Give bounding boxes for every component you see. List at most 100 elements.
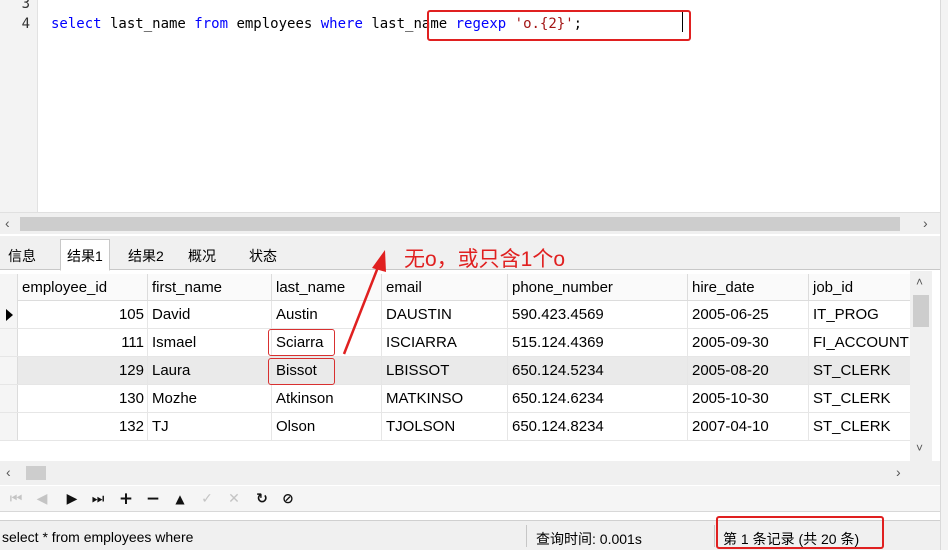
cell-last-name[interactable]: Olson bbox=[272, 413, 382, 440]
column-header-employee-id[interactable]: employee_id bbox=[18, 274, 148, 301]
tab-result-1[interactable]: 结果1 bbox=[60, 239, 110, 271]
scroll-left-icon[interactable]: ‹ bbox=[6, 464, 11, 480]
text-caret bbox=[682, 12, 683, 32]
cell-phone-number[interactable]: 515.124.4369 bbox=[508, 329, 688, 356]
highlight-box-bissot bbox=[268, 358, 335, 385]
cell-hire-date[interactable]: 2005-08-20 bbox=[688, 357, 809, 384]
cell-email[interactable]: ISCIARRA bbox=[382, 329, 508, 356]
add-record-icon[interactable]: + bbox=[116, 489, 136, 509]
first-record-icon[interactable]: ⏮ bbox=[6, 489, 26, 509]
scroll-left-icon[interactable]: ‹ bbox=[5, 215, 10, 231]
cell-job-id[interactable]: ST_CLERK bbox=[809, 385, 910, 412]
column-header-hire-date[interactable]: hire_date bbox=[688, 274, 809, 301]
cell-email[interactable]: LBISSOT bbox=[382, 357, 508, 384]
tab-info[interactable]: 信息 bbox=[2, 240, 42, 270]
grid-vertical-scrollbar[interactable]: ˄ ˅ bbox=[910, 271, 932, 461]
tab-status[interactable]: 状态 bbox=[243, 240, 283, 270]
cell-hire-date[interactable]: 2005-09-30 bbox=[688, 329, 809, 356]
cell-job-id[interactable]: ST_CLERK bbox=[809, 413, 910, 440]
cell-email[interactable]: DAUSTIN bbox=[382, 301, 508, 328]
tab-overview[interactable]: 概况 bbox=[182, 240, 222, 270]
cell-phone-number[interactable]: 590.423.4569 bbox=[508, 301, 688, 328]
current-row-marker-icon bbox=[6, 309, 13, 321]
cell-phone-number[interactable]: 650.124.6234 bbox=[508, 385, 688, 412]
scroll-thumb[interactable] bbox=[26, 466, 46, 480]
cell-hire-date[interactable]: 2005-10-30 bbox=[688, 385, 809, 412]
table-row[interactable]: 130 Mozhe Atkinson MATKINSO 650.124.6234… bbox=[0, 385, 910, 413]
row-header[interactable] bbox=[0, 301, 18, 328]
table-row[interactable]: 129 Laura Bissot LBISSOT 650.124.5234 20… bbox=[0, 357, 910, 385]
status-separator bbox=[714, 525, 715, 547]
cell-phone-number[interactable]: 650.124.5234 bbox=[508, 357, 688, 384]
scroll-up-icon[interactable]: ˄ bbox=[916, 275, 923, 289]
cell-hire-date[interactable]: 2005-06-25 bbox=[688, 301, 809, 328]
cell-email[interactable]: MATKINSO bbox=[382, 385, 508, 412]
discard-changes-icon[interactable]: ✕ bbox=[224, 489, 244, 509]
highlight-box-sciarra bbox=[268, 329, 335, 356]
cell-employee-id[interactable]: 111 bbox=[18, 329, 148, 356]
cell-first-name[interactable]: TJ bbox=[148, 413, 272, 440]
line-number: 4 bbox=[21, 16, 30, 32]
cell-first-name[interactable]: David bbox=[148, 301, 272, 328]
line-number: 3 bbox=[21, 0, 30, 12]
status-query-text: select * from employees where bbox=[2, 529, 194, 545]
grid-horizontal-scrollbar[interactable]: ‹ › bbox=[0, 461, 940, 485]
refresh-icon[interactable]: ↻ bbox=[252, 489, 272, 509]
column-header-first-name[interactable]: first_name bbox=[148, 274, 272, 301]
cell-job-id[interactable]: ST_CLERK bbox=[809, 357, 910, 384]
cell-first-name[interactable]: Mozhe bbox=[148, 385, 272, 412]
highlight-box-regexp bbox=[427, 10, 691, 41]
cell-first-name[interactable]: Laura bbox=[148, 357, 272, 384]
scroll-down-icon[interactable]: ˅ bbox=[916, 441, 923, 455]
row-header-corner bbox=[0, 274, 18, 301]
identifier-last-name: last_name bbox=[101, 16, 195, 32]
row-header[interactable] bbox=[0, 413, 18, 440]
cell-employee-id[interactable]: 129 bbox=[18, 357, 148, 384]
table-row[interactable]: 111 Ismael Sciarra ISCIARRA 515.124.4369… bbox=[0, 329, 910, 357]
column-header-phone-number[interactable]: phone_number bbox=[508, 274, 688, 301]
scroll-thumb[interactable] bbox=[20, 217, 900, 231]
cell-job-id[interactable]: FI_ACCOUNT bbox=[809, 329, 910, 356]
cell-employee-id[interactable]: 132 bbox=[18, 413, 148, 440]
scroll-right-icon[interactable]: › bbox=[923, 215, 928, 231]
highlight-box-record-count bbox=[716, 516, 884, 549]
column-header-job-id[interactable]: job_id bbox=[809, 274, 910, 301]
keyword-select: select bbox=[51, 16, 102, 32]
next-record-icon[interactable]: ▶ bbox=[62, 489, 82, 509]
scroll-thumb[interactable] bbox=[913, 295, 929, 327]
cell-email[interactable]: TJOLSON bbox=[382, 413, 508, 440]
cell-employee-id[interactable]: 130 bbox=[18, 385, 148, 412]
keyword-where: where bbox=[320, 16, 363, 32]
cell-first-name[interactable]: Ismael bbox=[148, 329, 272, 356]
previous-record-icon[interactable]: ◀ bbox=[32, 489, 52, 509]
last-record-icon[interactable]: ⏭ bbox=[88, 489, 108, 509]
row-header[interactable] bbox=[0, 329, 18, 356]
result-grid: employee_id first_name last_name email p… bbox=[0, 271, 940, 461]
tab-result-2[interactable]: 结果2 bbox=[122, 240, 170, 270]
table-row[interactable]: 105 David Austin DAUSTIN 590.423.4569 20… bbox=[0, 301, 910, 329]
cell-job-id[interactable]: IT_PROG bbox=[809, 301, 910, 328]
annotation-arrow-icon bbox=[342, 250, 386, 355]
cell-phone-number[interactable]: 650.124.8234 bbox=[508, 413, 688, 440]
row-header[interactable] bbox=[0, 385, 18, 412]
keyword-from: from bbox=[194, 16, 229, 32]
cell-employee-id[interactable]: 105 bbox=[18, 301, 148, 328]
sql-editor[interactable]: 3 4 select last_name from employees wher… bbox=[0, 0, 948, 212]
window-edge bbox=[940, 0, 948, 550]
editor-horizontal-scrollbar[interactable]: ‹ › bbox=[0, 212, 940, 234]
apply-changes-icon[interactable]: ✓ bbox=[197, 489, 217, 509]
stop-icon[interactable]: ⊘ bbox=[278, 489, 298, 509]
identifier-employees: employees bbox=[228, 16, 321, 32]
move-up-icon[interactable]: ▲ bbox=[170, 489, 190, 509]
cell-last-name[interactable]: Atkinson bbox=[272, 385, 382, 412]
delete-record-icon[interactable]: − bbox=[143, 489, 163, 509]
record-navigation-toolbar: ⏮ ◀ ▶ ⏭ + − ▲ ✓ ✕ ↻ ⊘ bbox=[0, 486, 940, 512]
grid-header: employee_id first_name last_name email p… bbox=[0, 274, 910, 301]
status-separator bbox=[526, 525, 527, 547]
cell-hire-date[interactable]: 2007-04-10 bbox=[688, 413, 809, 440]
column-header-email[interactable]: email bbox=[382, 274, 508, 301]
table-row[interactable]: 132 TJ Olson TJOLSON 650.124.8234 2007-0… bbox=[0, 413, 910, 441]
scroll-right-icon[interactable]: › bbox=[896, 464, 901, 480]
status-query-time: 查询时间: 0.001s bbox=[536, 531, 642, 547]
row-header[interactable] bbox=[0, 357, 18, 384]
